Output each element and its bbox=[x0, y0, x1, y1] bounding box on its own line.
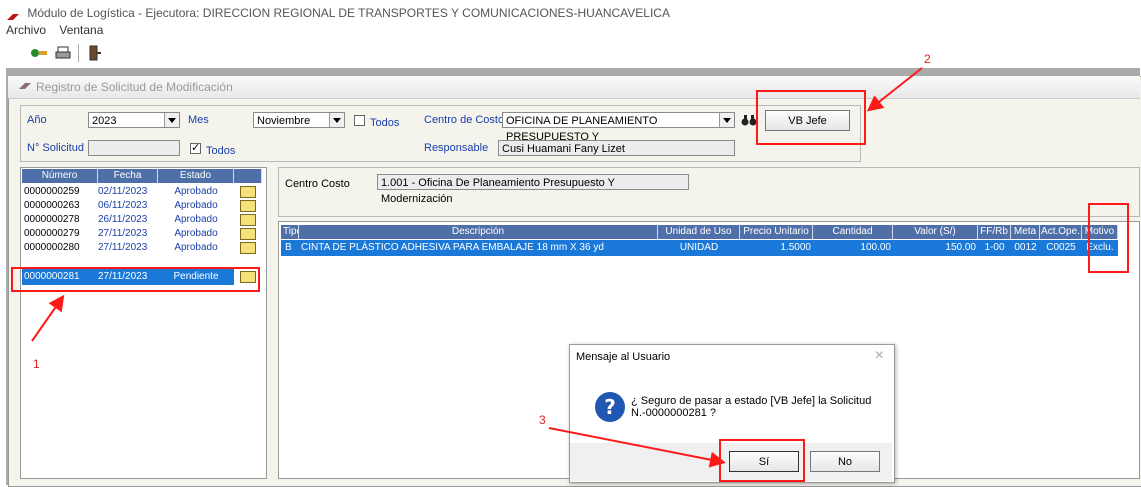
arrow-2 bbox=[866, 67, 923, 112]
annotation-label-1: 1 bbox=[33, 357, 40, 371]
annotation-label-2: 2 bbox=[924, 52, 931, 66]
annotation-arrows bbox=[31, 67, 923, 468]
arrow-3 bbox=[548, 427, 726, 468]
annotation-label-3: 3 bbox=[539, 413, 546, 427]
arrow-1 bbox=[31, 294, 65, 342]
